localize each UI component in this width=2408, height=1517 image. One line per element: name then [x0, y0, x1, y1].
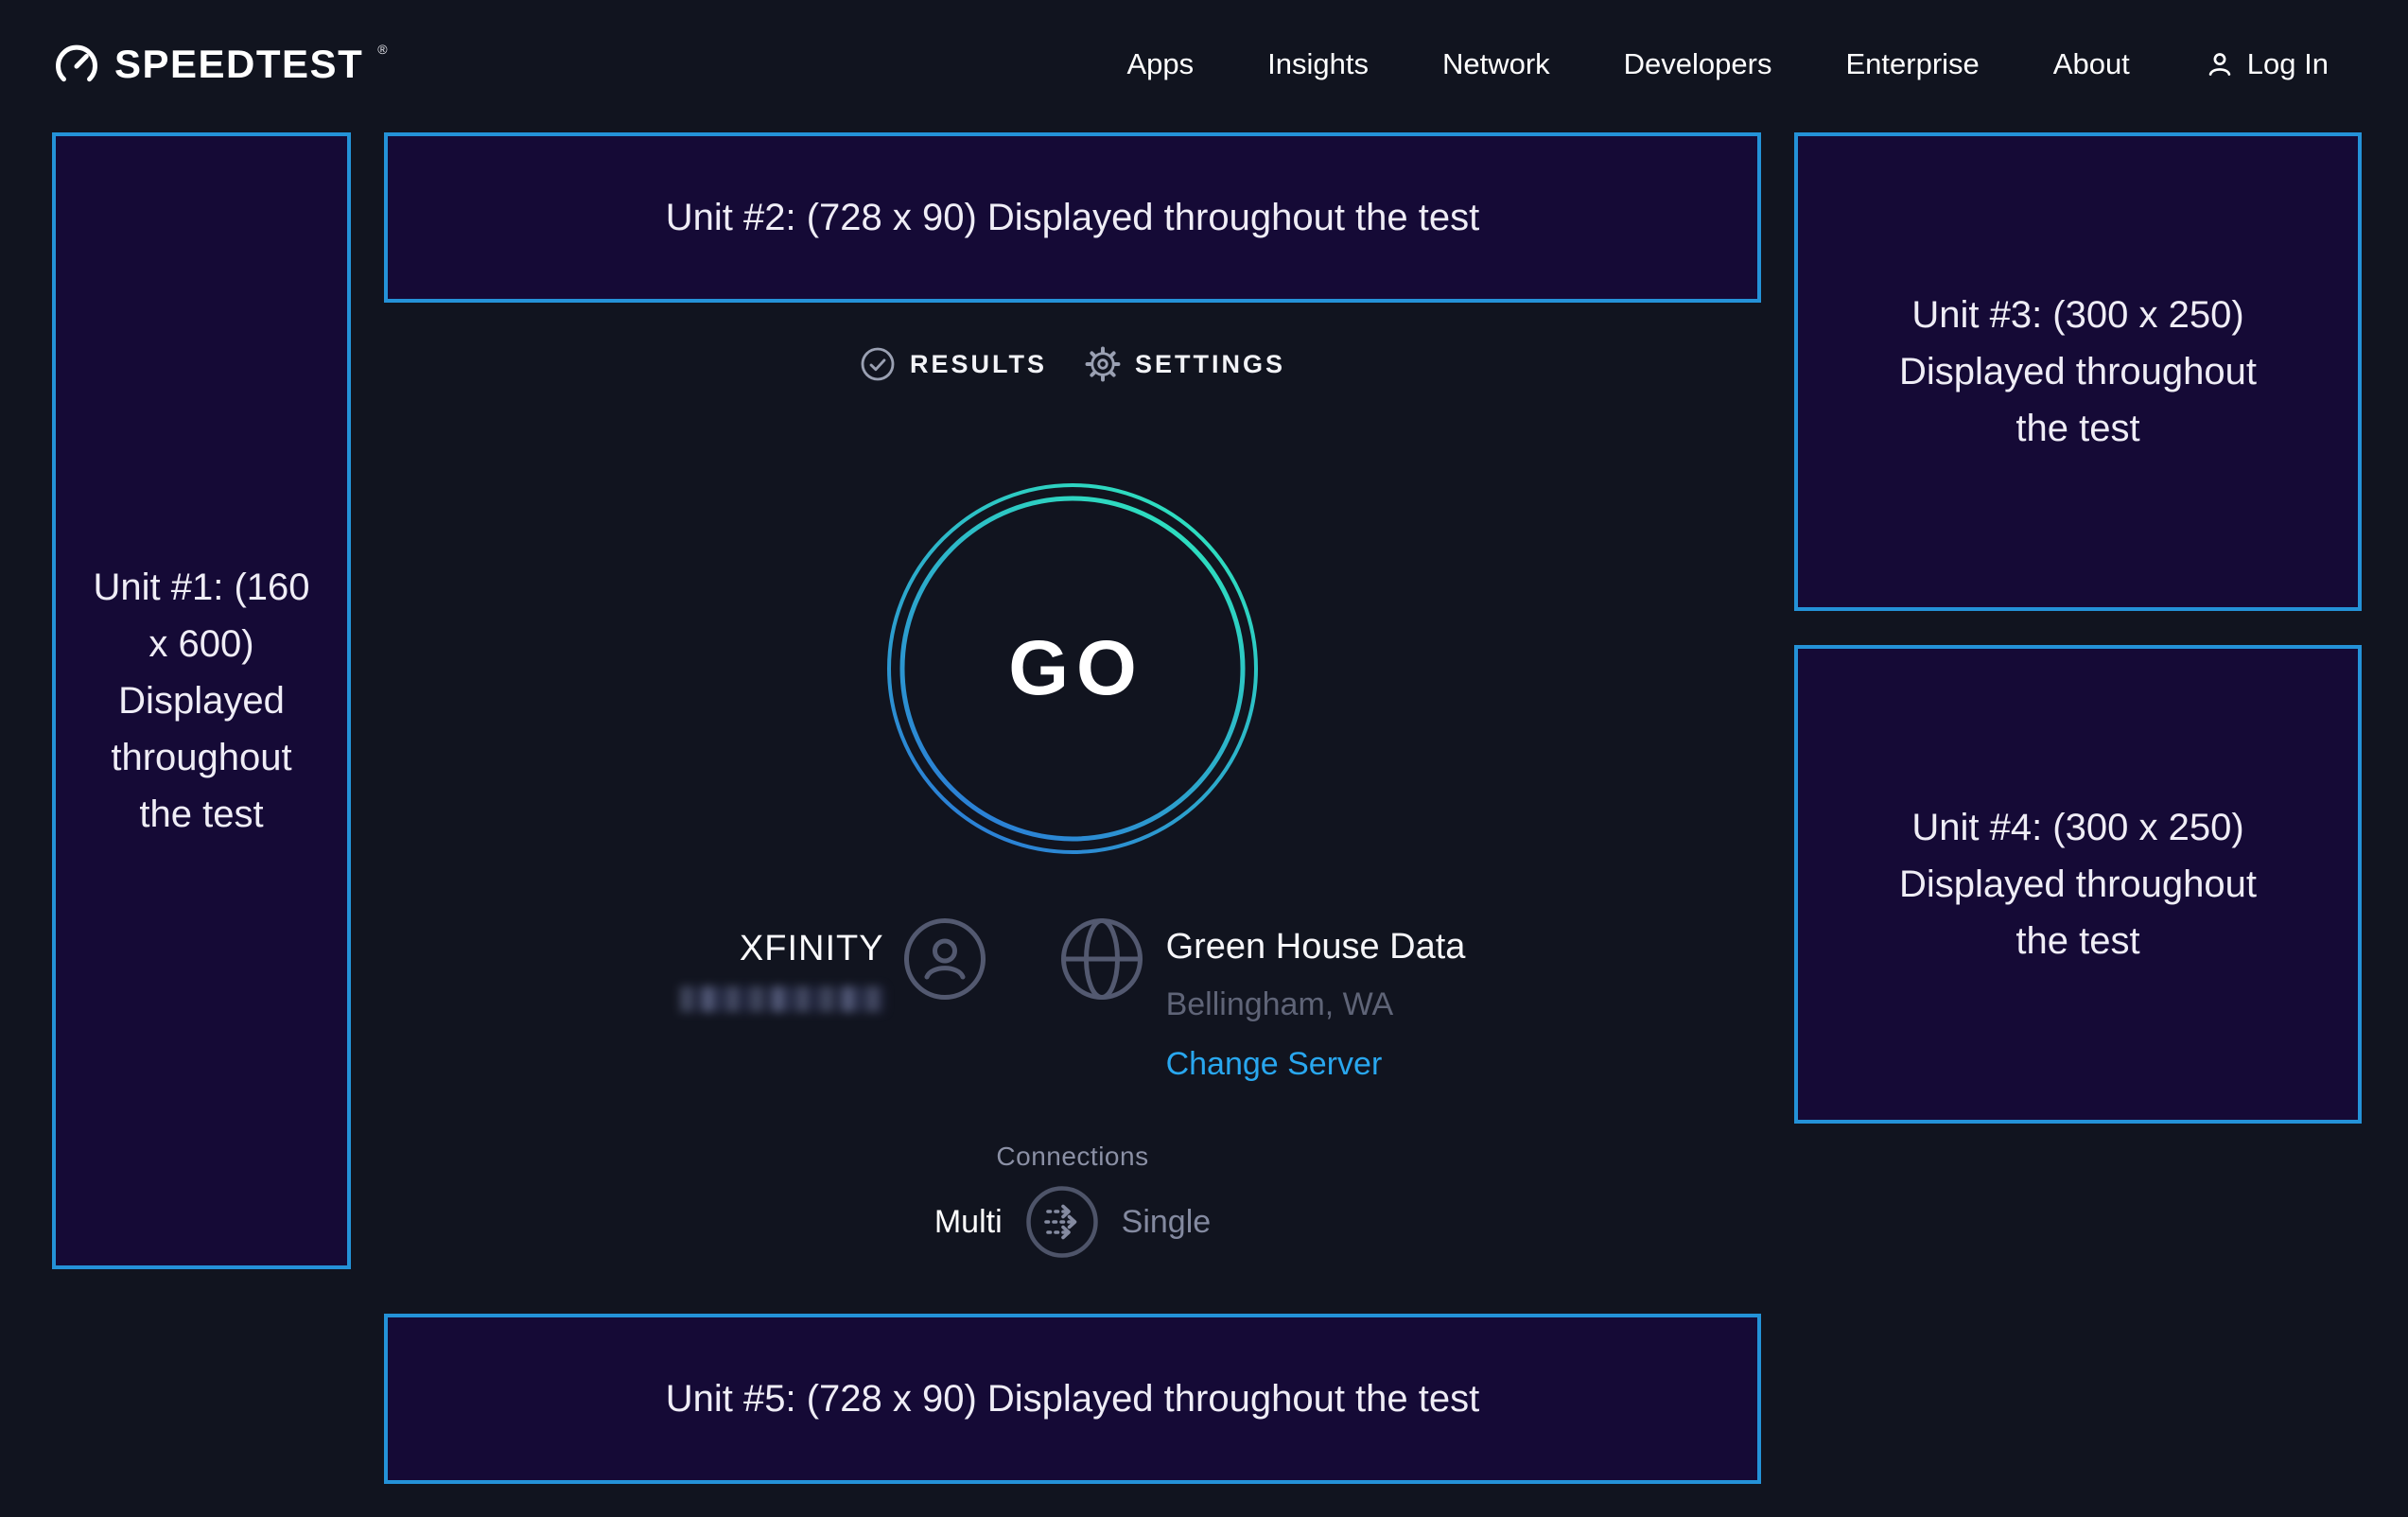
speedtest-logo[interactable]: SPEEDTEST ® — [52, 40, 388, 89]
ad-unit-3-label: Unit #3: (300 x 250) Displayed throughou… — [1869, 287, 2287, 457]
go-button[interactable]: GO — [886, 482, 1259, 855]
go-label: GO — [886, 482, 1259, 855]
server-location: Bellingham, WA — [1166, 986, 1394, 1023]
top-nav: SPEEDTEST ® Apps Insights Network Develo… — [0, 0, 2408, 104]
nav-item-about[interactable]: About — [2053, 47, 2130, 81]
check-circle-icon — [860, 346, 896, 382]
ad-unit-2[interactable]: Unit #2: (728 x 90) Displayed throughout… — [384, 132, 1761, 303]
connections-multi-option[interactable]: Multi — [934, 1204, 1003, 1241]
nav-item-developers[interactable]: Developers — [1624, 47, 1772, 81]
tab-results[interactable]: RESULTS — [860, 346, 1047, 382]
brand-name: SPEEDTEST — [114, 40, 363, 89]
login-label: Log In — [2247, 47, 2329, 81]
panel-tabs: RESULTS SETT — [860, 346, 1285, 382]
gear-icon — [1085, 346, 1121, 382]
isp-name: XFINITY — [740, 929, 884, 969]
main-nav: Apps Insights Network Developers Enterpr… — [1126, 47, 2329, 81]
connections-section: Connections Multi — [934, 1142, 1211, 1259]
nav-item-apps[interactable]: Apps — [1126, 47, 1194, 81]
ad-unit-3[interactable]: Unit #3: (300 x 250) Displayed throughou… — [1794, 132, 2362, 611]
globe-icon — [1060, 917, 1143, 1001]
ad-unit-1[interactable]: Unit #1: (160 x 600) Displayed throughou… — [52, 132, 351, 1269]
connections-single-option[interactable]: Single — [1122, 1204, 1212, 1241]
user-icon — [2204, 48, 2236, 80]
ad-unit-2-label: Unit #2: (728 x 90) Displayed throughout… — [666, 189, 1480, 246]
test-panel: Unit #2: (728 x 90) Displayed throughout… — [351, 104, 1794, 1484]
trademark-symbol: ® — [377, 43, 387, 56]
right-ad-rail: Unit #3: (300 x 250) Displayed throughou… — [1794, 132, 2362, 1124]
gauge-icon — [52, 40, 101, 89]
login-link[interactable]: Log In — [2204, 47, 2329, 81]
ad-unit-4[interactable]: Unit #4: (300 x 250) Displayed throughou… — [1794, 645, 2362, 1124]
nav-item-insights[interactable]: Insights — [1267, 47, 1369, 81]
isp-block: XFINITY — [680, 917, 986, 1012]
ad-unit-1-label: Unit #1: (160 x 600) Displayed throughou… — [82, 559, 321, 843]
tab-settings-label: SETTINGS — [1135, 350, 1285, 379]
person-icon — [903, 917, 986, 1001]
change-server-link[interactable]: Change Server — [1166, 1046, 1383, 1083]
server-block: Green House Data Bellingham, WA Change S… — [1060, 917, 1466, 1083]
nav-item-network[interactable]: Network — [1442, 47, 1550, 81]
isp-details-redacted — [680, 986, 884, 1012]
ad-unit-4-label: Unit #4: (300 x 250) Displayed throughou… — [1869, 799, 2287, 969]
connection-info: XFINITY Green House Data Bellingham — [680, 917, 1466, 1083]
nav-item-enterprise[interactable]: Enterprise — [1845, 47, 1979, 81]
connections-toggle[interactable] — [1025, 1185, 1099, 1259]
left-ad-rail: Unit #1: (160 x 600) Displayed throughou… — [52, 132, 351, 1269]
connections-label: Connections — [996, 1142, 1148, 1172]
tab-results-label: RESULTS — [910, 350, 1047, 379]
multi-arrows-icon — [1025, 1185, 1099, 1259]
speedtest-homepage: { "brand": { "name": "SPEEDTEST", "trade… — [0, 0, 2408, 1517]
ad-unit-5[interactable]: Unit #5: (728 x 90) Displayed throughout… — [384, 1314, 1761, 1484]
page-content: Unit #1: (160 x 600) Displayed throughou… — [0, 104, 2408, 1484]
ad-unit-5-label: Unit #5: (728 x 90) Displayed throughout… — [666, 1370, 1480, 1427]
tab-settings[interactable]: SETTINGS — [1085, 346, 1285, 382]
server-name: Green House Data — [1166, 927, 1466, 968]
